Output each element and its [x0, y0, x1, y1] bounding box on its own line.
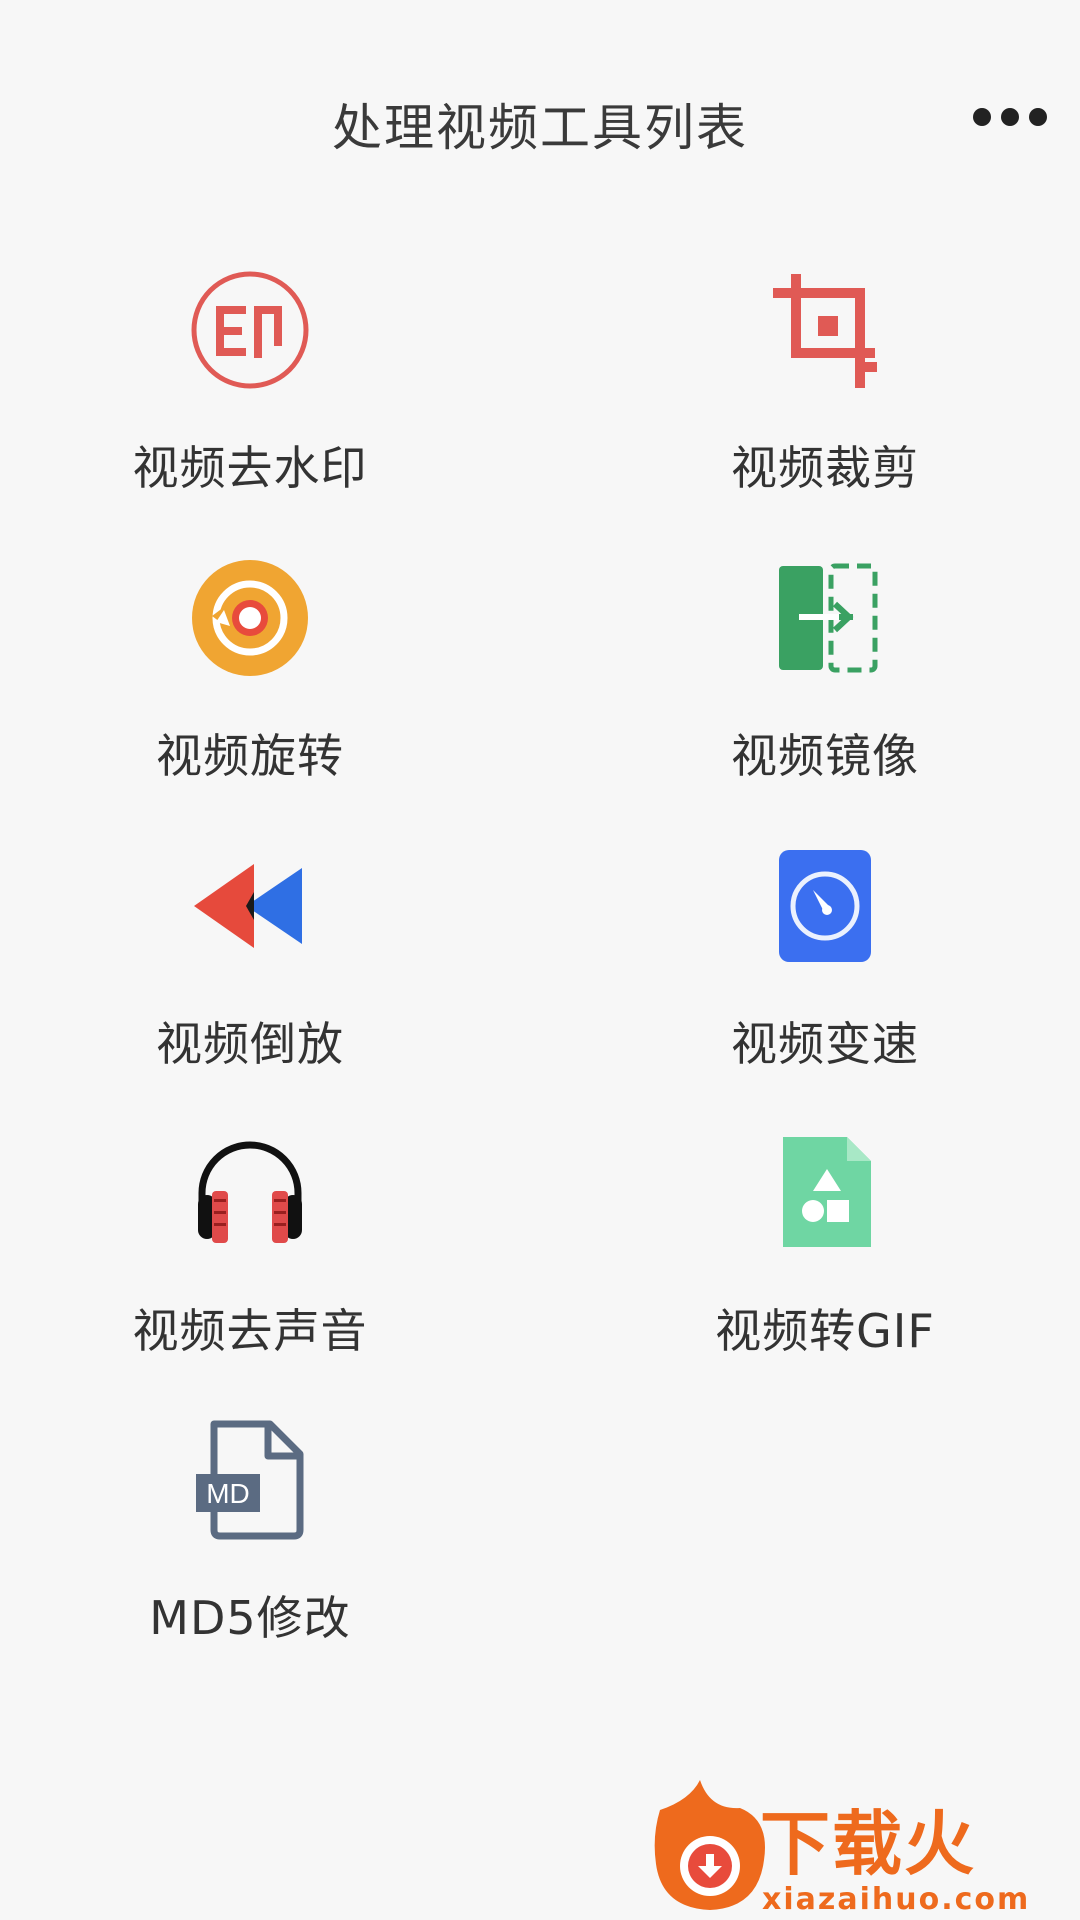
watermark-domain: xiazaihuo.com [762, 1882, 1031, 1917]
tool-mirror[interactable]: 视频镜像 [645, 558, 1005, 818]
tool-label: 视频去水印 [132, 441, 368, 495]
tool-label: MD5修改 [149, 1591, 351, 1645]
tool-label: 视频镜像 [731, 729, 919, 783]
tool-label: 视频转GIF [715, 1304, 935, 1358]
more-horizontal-icon [973, 108, 1047, 126]
headphones-icon [190, 1133, 310, 1253]
rotate-icon [190, 558, 310, 678]
svg-text:MD: MD [206, 1478, 250, 1509]
site-watermark: 下载火 xiazaihuo.com [640, 1780, 1080, 1920]
tool-label: 视频变速 [731, 1017, 919, 1071]
crop-icon [765, 270, 885, 390]
more-menu-button[interactable] [960, 92, 1070, 142]
speedometer-icon [765, 846, 885, 966]
watermark-brand: 下载火 [760, 1803, 976, 1885]
rewind-icon [190, 846, 310, 966]
tool-md5[interactable]: MD MD5修改 [70, 1420, 430, 1680]
page-title: 处理视频工具列表 [332, 99, 748, 157]
tool-remove-watermark[interactable]: 视频去水印 [70, 270, 430, 530]
md-file-icon: MD [190, 1420, 310, 1540]
flame-logo-icon [654, 1780, 765, 1910]
tool-crop[interactable]: 视频裁剪 [645, 270, 1005, 530]
tool-label: 视频旋转 [156, 729, 344, 783]
header: 处理视频工具列表 [0, 0, 1080, 240]
tool-remove-audio[interactable]: 视频去声音 [70, 1133, 430, 1393]
tool-reverse[interactable]: 视频倒放 [70, 846, 430, 1106]
tool-label: 视频倒放 [156, 1017, 344, 1071]
watermark-stamp-icon [190, 270, 310, 390]
tool-rotate[interactable]: 视频旋转 [70, 558, 430, 818]
tool-to-gif[interactable]: 视频转GIF [645, 1133, 1005, 1393]
mirror-icon [765, 558, 885, 678]
gif-file-icon [765, 1133, 885, 1253]
tool-speed[interactable]: 视频变速 [645, 846, 1005, 1106]
tool-label: 视频裁剪 [731, 441, 919, 495]
tool-label: 视频去声音 [132, 1304, 368, 1358]
